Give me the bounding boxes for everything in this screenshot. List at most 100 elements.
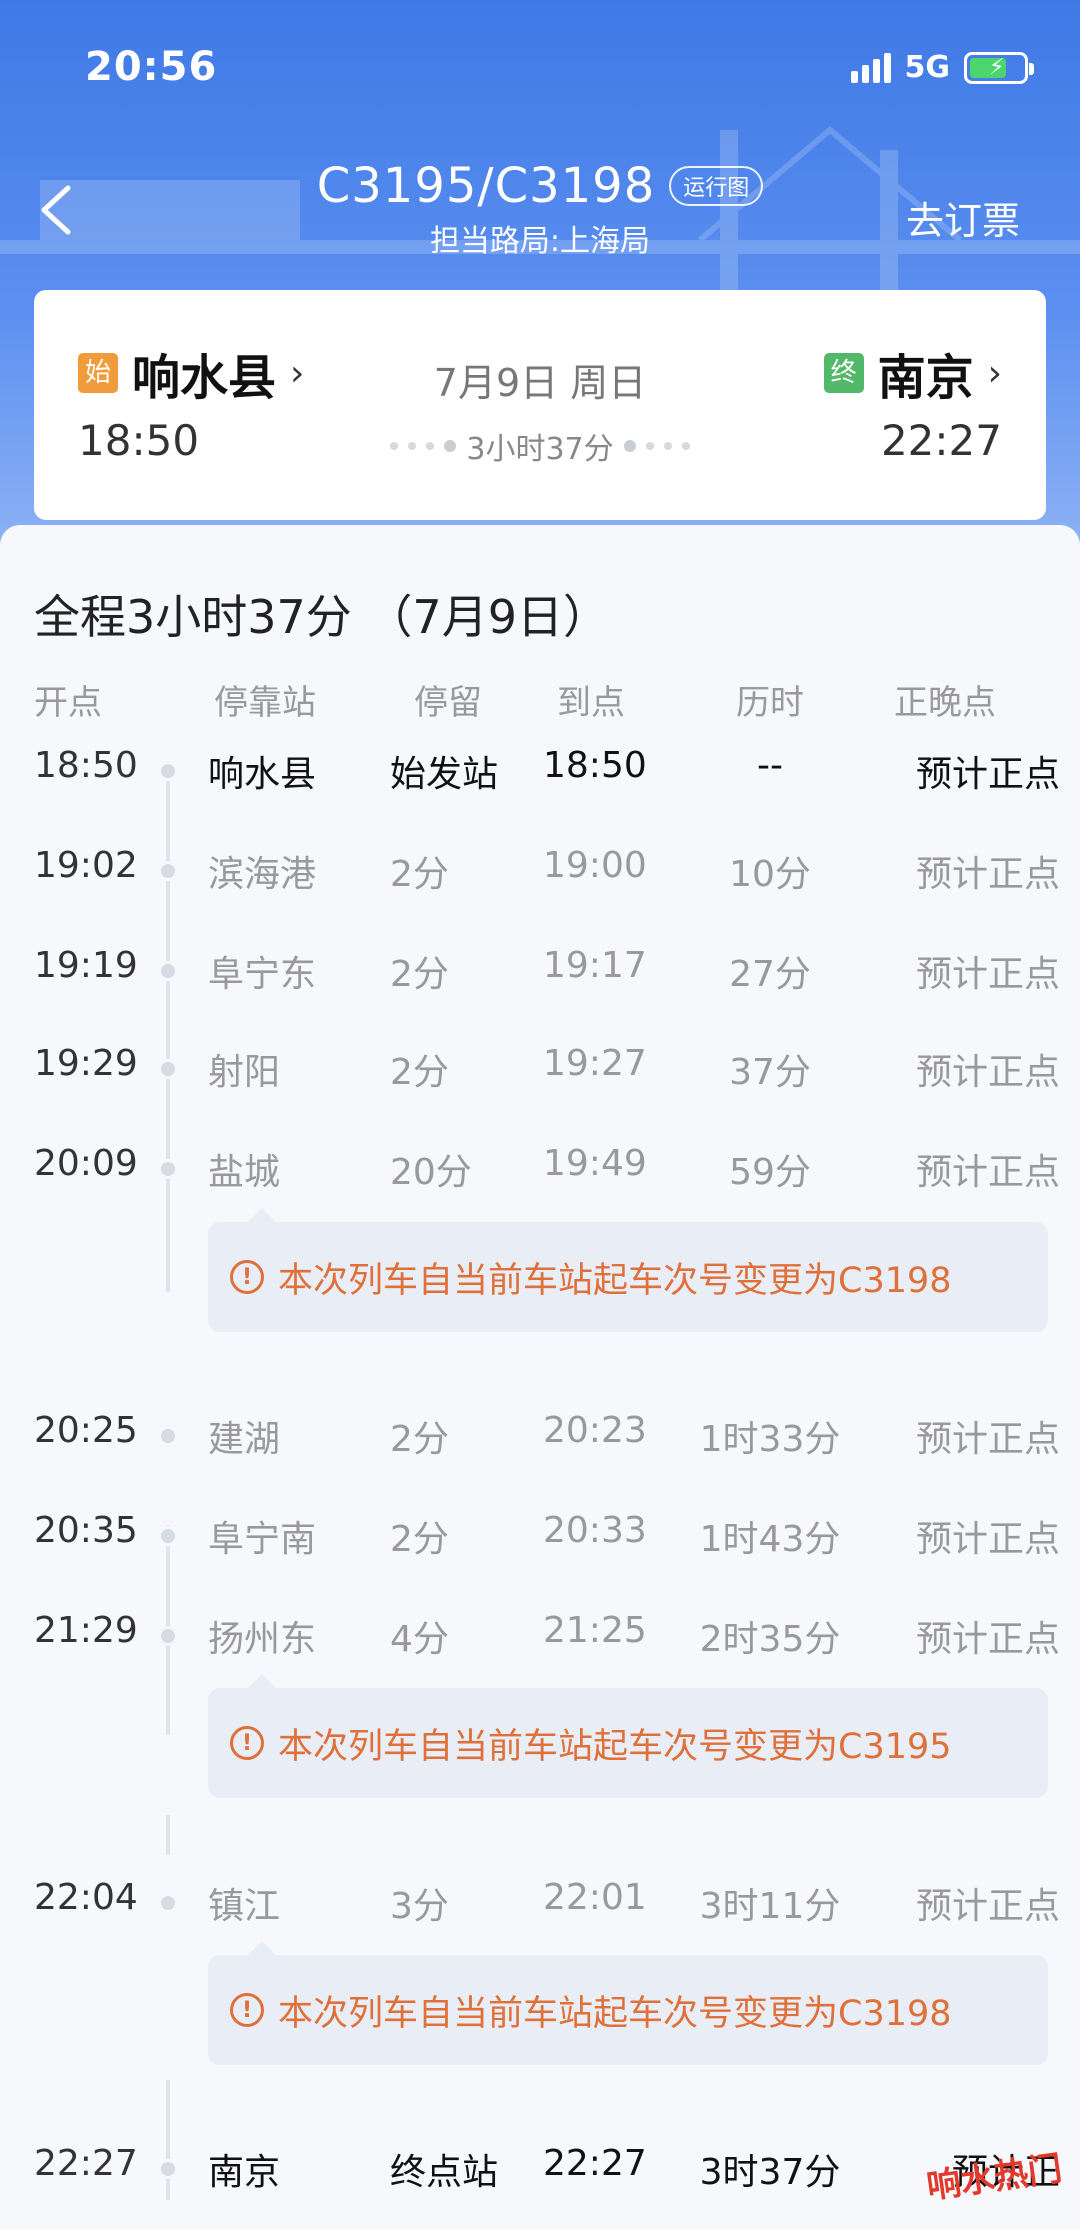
to-station[interactable]: 终 南京 ›	[823, 338, 1002, 408]
status-indicators: 5G ⚡	[850, 50, 1034, 85]
train-number-change-notice: ! 本次列车自当前车站起车次号变更为C3198	[208, 1208, 1048, 1332]
stop-row[interactable]: 22:27 南京 终点站 22:27 3时37分 预计正	[0, 2143, 1080, 2203]
stop-station: 扬州东	[208, 1619, 317, 1660]
stop-status: 预计正点	[915, 854, 1060, 895]
schedule-header: 开点 停靠站 停留 到点 历时 正晚点	[0, 675, 1080, 725]
timeline-line	[166, 1815, 170, 1855]
stop-elapsed: --	[757, 745, 783, 786]
header-station: 停靠站	[214, 683, 316, 723]
stop-status: 预计正点	[915, 954, 1060, 995]
dots-decoration	[390, 440, 457, 452]
header-arrive: 到点	[557, 683, 625, 723]
stop-station: 南京	[208, 2152, 281, 2193]
arrive-time: 22:27	[880, 416, 1002, 465]
warning-icon: !	[230, 1260, 264, 1294]
timeline-node	[158, 1626, 178, 1646]
stop-stay: 2分	[390, 854, 449, 895]
stop-arrive: 18:50	[543, 745, 647, 786]
header-depart: 开点	[34, 683, 102, 723]
stop-status: 预计正点	[915, 1519, 1060, 1560]
schedule-panel: 全程3小时37分 （7月9日） 开点 停靠站 停留 到点 历时 正晚点 18:5…	[0, 525, 1080, 2229]
header-elapsed: 历时	[736, 683, 804, 723]
stop-depart: 22:04	[34, 1877, 138, 1918]
train-number-change-notice: ! 本次列车自当前车站起车次号变更为C3195	[208, 1674, 1048, 1798]
end-badge: 终	[823, 353, 864, 393]
stop-stay: 2分	[390, 954, 449, 995]
stop-depart: 21:29	[34, 1610, 138, 1651]
trip-duration-text: 3小时37分	[466, 432, 614, 467]
stop-row[interactable]: 19:19 阜宁东 2分 19:17 27分 预计正点	[0, 945, 1080, 1005]
run-chart-button[interactable]: 运行图	[669, 166, 764, 206]
timeline-node	[158, 761, 178, 781]
notice-text: 本次列车自当前车站起车次号变更为C3195	[278, 1726, 952, 1767]
stop-depart: 19:19	[34, 945, 138, 986]
stop-status: 预计正点	[915, 754, 1060, 795]
stop-arrive: 20:33	[543, 1510, 647, 1551]
header-stay: 停留	[414, 683, 482, 723]
status-bar: 20:56 5G ⚡	[0, 0, 1080, 120]
notice-text: 本次列车自当前车站起车次号变更为C3198	[278, 1993, 952, 2034]
train-number: C3195/C3198	[316, 158, 656, 214]
stop-elapsed: 2时35分	[699, 1619, 841, 1660]
stop-depart: 19:29	[34, 1043, 138, 1084]
stop-elapsed: 3时37分	[699, 2152, 841, 2193]
stop-stay: 2分	[390, 1052, 449, 1093]
timeline-node	[158, 2159, 178, 2179]
stop-row[interactable]: 22:04 镇江 3分 22:01 3时11分 预计正点	[0, 1877, 1080, 1937]
stop-arrive: 20:23	[543, 1410, 647, 1451]
signal-icon	[850, 52, 891, 83]
stop-row[interactable]: 19:29 射阳 2分 19:27 37分 预计正点	[0, 1043, 1080, 1103]
dots-decoration	[623, 440, 690, 452]
chevron-right-icon: ›	[987, 352, 1002, 394]
stop-station: 阜宁东	[208, 954, 317, 995]
warning-icon: !	[230, 1993, 264, 2027]
battery-icon: ⚡	[964, 51, 1034, 84]
stop-elapsed: 1时43分	[699, 1519, 841, 1560]
notice-text: 本次列车自当前车站起车次号变更为C3198	[278, 1260, 952, 1301]
stop-status: 预计正点	[915, 1052, 1060, 1093]
stop-arrive: 19:17	[543, 945, 647, 986]
timeline-node	[158, 961, 178, 981]
stop-row[interactable]: 21:29 扬州东 4分 21:25 2时35分 预计正点	[0, 1610, 1080, 1670]
total-duration: 全程3小时37分 （7月9日）	[34, 590, 609, 644]
stop-station: 建湖	[208, 1419, 281, 1460]
nav-bar: C3195/C3198 运行图 担当路局:上海局 去订票	[0, 150, 1080, 260]
stop-arrive: 21:25	[543, 1610, 647, 1651]
stop-row[interactable]: 19:02 滨海港 2分 19:00 10分 预计正点	[0, 845, 1080, 905]
stop-stay: 2分	[390, 1419, 449, 1460]
stop-station: 射阳	[208, 1052, 281, 1093]
stop-station: 盐城	[208, 1152, 281, 1193]
stop-row[interactable]: 20:09 盐城 20分 19:49 59分 预计正点	[0, 1143, 1080, 1203]
stop-stay: 4分	[390, 1619, 449, 1660]
stop-arrive: 19:49	[543, 1143, 647, 1184]
stop-station: 滨海港	[208, 854, 317, 895]
stop-stay: 终点站	[390, 2152, 499, 2193]
stop-station: 镇江	[208, 1886, 281, 1927]
stop-status: 预计正点	[915, 1152, 1060, 1193]
stop-status: 预计正点	[915, 1619, 1060, 1660]
journey-card: 始 响水县 › 7月9日 周日 终 南京 › 18:50 3小时37分 22:2…	[34, 290, 1046, 520]
book-ticket-button[interactable]: 去订票	[906, 190, 1020, 245]
stop-arrive: 19:00	[543, 845, 647, 886]
timeline-node	[158, 1426, 178, 1446]
timeline-node	[158, 1893, 178, 1913]
stop-row[interactable]: 20:25 建湖 2分 20:23 1时33分 预计正点	[0, 1410, 1080, 1470]
stop-depart: 18:50	[34, 745, 138, 786]
stop-elapsed: 3时11分	[699, 1886, 841, 1927]
timeline-node	[158, 861, 178, 881]
stop-elapsed: 1时33分	[699, 1419, 841, 1460]
stop-station: 阜宁南	[208, 1519, 317, 1560]
header-status: 正晚点	[894, 683, 996, 723]
timeline-node	[158, 1526, 178, 1546]
stop-station: 响水县	[208, 754, 317, 795]
stop-depart: 22:27	[34, 2143, 138, 2184]
stop-row[interactable]: 20:35 阜宁南 2分 20:33 1时43分 预计正点	[0, 1510, 1080, 1570]
status-time: 20:56	[85, 44, 218, 90]
stop-stay: 始发站	[390, 754, 499, 795]
stop-stay: 20分	[390, 1152, 472, 1193]
network-type: 5G	[904, 50, 951, 85]
stop-depart: 20:25	[34, 1410, 138, 1451]
stop-status: 预计正点	[915, 1419, 1060, 1460]
stop-depart: 20:09	[34, 1143, 138, 1184]
stop-row[interactable]: 18:50 响水县 始发站 18:50 -- 预计正点	[0, 745, 1080, 805]
